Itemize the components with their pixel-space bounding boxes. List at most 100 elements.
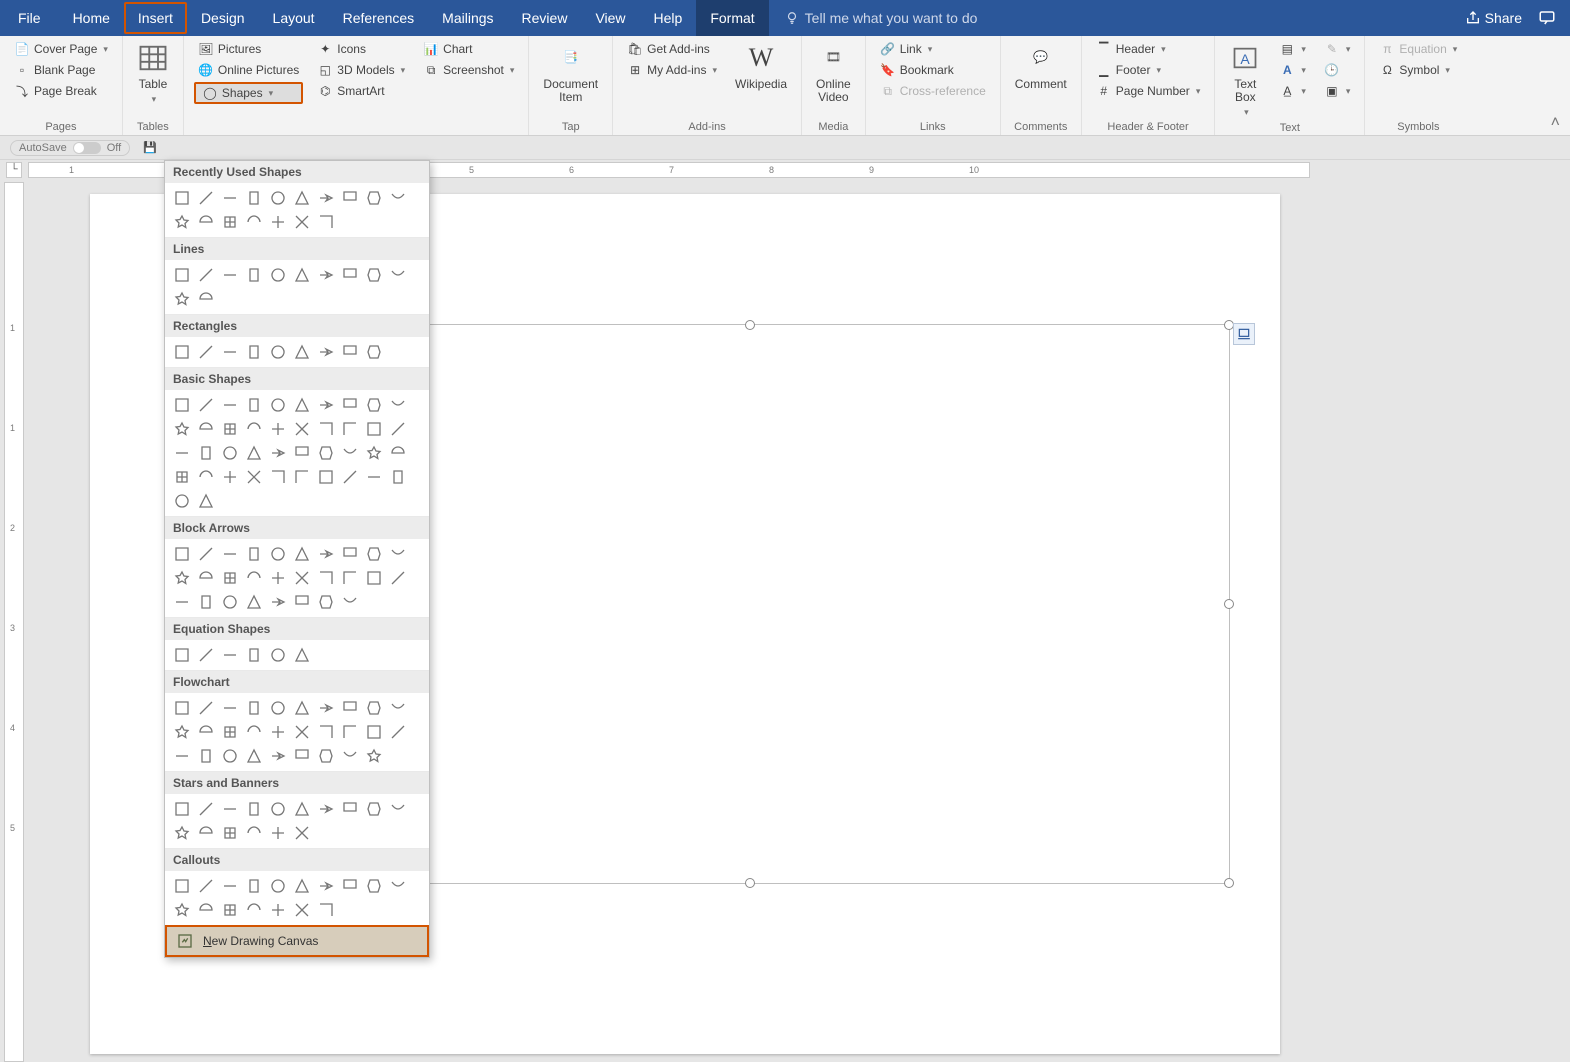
- shape-option[interactable]: [315, 187, 337, 209]
- shape-option[interactable]: [171, 591, 193, 613]
- shape-option[interactable]: [219, 899, 241, 921]
- shape-option[interactable]: [195, 418, 217, 440]
- shape-option[interactable]: [195, 798, 217, 820]
- shape-option[interactable]: [315, 341, 337, 363]
- shape-option[interactable]: [219, 822, 241, 844]
- shape-option[interactable]: [339, 264, 361, 286]
- shape-option[interactable]: [171, 567, 193, 589]
- shape-option[interactable]: [243, 418, 265, 440]
- shape-option[interactable]: [315, 798, 337, 820]
- tab-home[interactable]: Home: [59, 0, 124, 36]
- shape-option[interactable]: [171, 418, 193, 440]
- shape-option[interactable]: [243, 798, 265, 820]
- shape-option[interactable]: [387, 567, 409, 589]
- shape-option[interactable]: [219, 341, 241, 363]
- shape-option[interactable]: [243, 822, 265, 844]
- shape-option[interactable]: [171, 697, 193, 719]
- shape-option[interactable]: [219, 644, 241, 666]
- shape-option[interactable]: [387, 721, 409, 743]
- shape-option[interactable]: [195, 211, 217, 233]
- shape-option[interactable]: [291, 721, 313, 743]
- shape-option[interactable]: [339, 341, 361, 363]
- tab-mailings[interactable]: Mailings: [428, 0, 507, 36]
- shape-option[interactable]: [195, 875, 217, 897]
- shape-option[interactable]: [171, 798, 193, 820]
- wikipedia-button[interactable]: W Wikipedia: [731, 40, 791, 93]
- shape-option[interactable]: [267, 394, 289, 416]
- shape-option[interactable]: [363, 875, 385, 897]
- shape-option[interactable]: [195, 288, 217, 310]
- shape-option[interactable]: [243, 341, 265, 363]
- tab-layout[interactable]: Layout: [259, 0, 329, 36]
- shape-option[interactable]: [363, 341, 385, 363]
- my-addins-button[interactable]: ⊞My Add-ins: [623, 61, 721, 79]
- shape-option[interactable]: [243, 543, 265, 565]
- shape-option[interactable]: [387, 394, 409, 416]
- shape-option[interactable]: [219, 697, 241, 719]
- shape-option[interactable]: [243, 644, 265, 666]
- icons-button[interactable]: ✦Icons: [313, 40, 409, 58]
- shape-option[interactable]: [363, 442, 385, 464]
- shape-option[interactable]: [219, 567, 241, 589]
- shape-option[interactable]: [243, 394, 265, 416]
- shape-option[interactable]: [267, 798, 289, 820]
- blank-page-button[interactable]: ▫Blank Page: [10, 61, 112, 79]
- tab-design[interactable]: Design: [187, 0, 259, 36]
- shape-option[interactable]: [315, 591, 337, 613]
- shape-option[interactable]: [219, 875, 241, 897]
- shape-option[interactable]: [315, 745, 337, 767]
- shape-option[interactable]: [363, 264, 385, 286]
- save-icon[interactable]: 💾: [142, 140, 158, 156]
- online-video-button[interactable]: 🎞 Online Video: [812, 40, 855, 106]
- 3d-models-button[interactable]: ◱3D Models: [313, 61, 409, 79]
- shape-option[interactable]: [243, 264, 265, 286]
- shape-option[interactable]: [267, 187, 289, 209]
- drop-cap-button[interactable]: A̲: [1275, 82, 1310, 100]
- shape-option[interactable]: [315, 394, 337, 416]
- shape-option[interactable]: [171, 644, 193, 666]
- shape-option[interactable]: [387, 442, 409, 464]
- shape-option[interactable]: [339, 442, 361, 464]
- shape-option[interactable]: [171, 822, 193, 844]
- resize-handle-e[interactable]: [1224, 599, 1234, 609]
- shape-option[interactable]: [195, 567, 217, 589]
- shape-option[interactable]: [315, 418, 337, 440]
- shape-option[interactable]: [387, 875, 409, 897]
- shape-option[interactable]: [387, 187, 409, 209]
- tab-format[interactable]: Format: [696, 0, 768, 36]
- tab-insert[interactable]: Insert: [124, 2, 187, 34]
- collapse-ribbon-button[interactable]: ˄: [1551, 114, 1560, 132]
- page-number-button[interactable]: #Page Number: [1092, 82, 1205, 100]
- shape-option[interactable]: [195, 721, 217, 743]
- shape-option[interactable]: [363, 187, 385, 209]
- shape-option[interactable]: [291, 567, 313, 589]
- shape-option[interactable]: [363, 697, 385, 719]
- shape-option[interactable]: [267, 697, 289, 719]
- resize-handle-n[interactable]: [745, 320, 755, 330]
- shape-option[interactable]: [315, 466, 337, 488]
- shape-option[interactable]: [291, 394, 313, 416]
- shape-option[interactable]: [195, 490, 217, 512]
- shape-option[interactable]: [315, 567, 337, 589]
- shape-option[interactable]: [267, 899, 289, 921]
- shape-option[interactable]: [171, 490, 193, 512]
- shape-option[interactable]: [291, 899, 313, 921]
- page-break-button[interactable]: ⤵Page Break: [10, 82, 112, 100]
- tab-review[interactable]: Review: [508, 0, 582, 36]
- shape-option[interactable]: [291, 341, 313, 363]
- shape-option[interactable]: [363, 567, 385, 589]
- shape-option[interactable]: [243, 899, 265, 921]
- shape-option[interactable]: [267, 418, 289, 440]
- shape-option[interactable]: [291, 466, 313, 488]
- shape-option[interactable]: [243, 187, 265, 209]
- shape-option[interactable]: [291, 798, 313, 820]
- shape-option[interactable]: [195, 442, 217, 464]
- shape-option[interactable]: [339, 567, 361, 589]
- shape-option[interactable]: [195, 745, 217, 767]
- shape-option[interactable]: [267, 644, 289, 666]
- shape-option[interactable]: [171, 745, 193, 767]
- shape-option[interactable]: [195, 644, 217, 666]
- shape-option[interactable]: [219, 264, 241, 286]
- new-drawing-canvas-button[interactable]: New Drawing Canvas: [165, 925, 429, 957]
- tab-help[interactable]: Help: [640, 0, 697, 36]
